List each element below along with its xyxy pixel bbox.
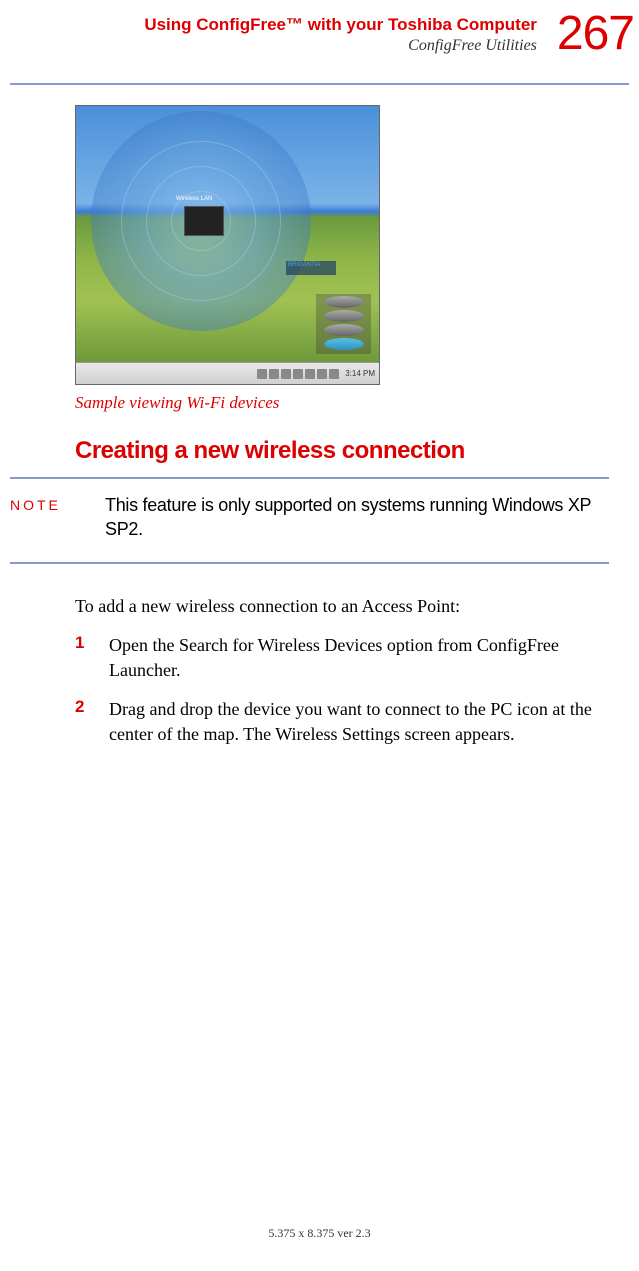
- note-label: NOTE: [10, 493, 75, 542]
- tray-icon: [293, 369, 303, 379]
- stack-item: [324, 296, 364, 308]
- tray-icon: [269, 369, 279, 379]
- peer-device: BRIGANTIA: [286, 261, 336, 275]
- stack-item: [324, 310, 364, 322]
- list-item: 1 Open the Search for Wireless Devices o…: [75, 633, 609, 683]
- center-device-label: Wireless LAN: [176, 196, 212, 202]
- header-titles: Using ConfigFree™ with your Toshiba Comp…: [144, 10, 537, 55]
- section-subtitle: ConfigFree Utilities: [144, 37, 537, 55]
- stack-item-active: [324, 338, 364, 350]
- pc-icon: [184, 206, 224, 236]
- page-footer: 5.375 x 8.375 ver 2.3: [0, 1226, 639, 1241]
- note-callout: NOTE This feature is only supported on s…: [10, 477, 609, 564]
- step-text: Open the Search for Wireless Devices opt…: [109, 633, 609, 683]
- tray-icon: [317, 369, 327, 379]
- wifi-radar-screenshot: Wireless LAN BRIGANTIA 3:14: [75, 105, 380, 385]
- tray-icon: [329, 369, 339, 379]
- tray-icons: [257, 369, 339, 379]
- step-list: 1 Open the Search for Wireless Devices o…: [75, 633, 609, 748]
- step-number: 1: [75, 633, 93, 683]
- note-text: This feature is only supported on system…: [105, 493, 609, 542]
- page-header: Using ConfigFree™ with your Toshiba Comp…: [0, 0, 639, 58]
- list-item: 2 Drag and drop the device you want to c…: [75, 697, 609, 747]
- tray-icon: [281, 369, 291, 379]
- tray-icon: [257, 369, 267, 379]
- screenshot-figure: Wireless LAN BRIGANTIA 3:14: [75, 105, 609, 413]
- device-stack: [316, 294, 371, 354]
- figure-caption: Sample viewing Wi-Fi devices: [75, 393, 609, 413]
- step-text: Drag and drop the device you want to con…: [109, 697, 609, 747]
- intro-text: To add a new wireless connection to an A…: [75, 594, 609, 619]
- step-number: 2: [75, 697, 93, 747]
- stack-item: [324, 324, 364, 336]
- taskbar: 3:14 PM: [76, 362, 379, 384]
- page-content: Wireless LAN BRIGANTIA 3:14: [0, 85, 639, 748]
- tray-icon: [305, 369, 315, 379]
- section-heading: Creating a new wireless connection: [75, 437, 609, 465]
- chapter-title: Using ConfigFree™ with your Toshiba Comp…: [144, 15, 537, 35]
- page-number: 267: [557, 10, 634, 58]
- taskbar-clock: 3:14 PM: [345, 369, 375, 378]
